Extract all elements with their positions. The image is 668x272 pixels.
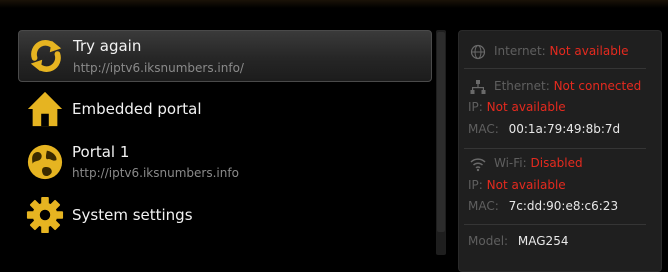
wifi-icon (470, 158, 486, 172)
ethernet-label: Ethernet: (494, 79, 550, 93)
ip-label: IP: (468, 178, 483, 192)
ip-value: Not available (486, 100, 566, 114)
wifi-value: Disabled (530, 156, 583, 170)
globe-icon (470, 44, 486, 60)
internet-value: Not available (549, 44, 629, 58)
menu-item-portal-1[interactable]: Portal 1 http://iptv6.iksnumbers.info (18, 140, 432, 186)
model-label: Model: (468, 234, 509, 248)
gear-icon (26, 196, 64, 234)
menu-item-embedded-portal[interactable]: Embedded portal (18, 88, 432, 132)
internet-label: Internet: (494, 44, 546, 58)
wifi-status: Wi-Fi: Disabled (494, 156, 583, 170)
ethernet-status: Ethernet: Not connected (494, 79, 641, 93)
menu-item-try-again[interactable]: Try again http://iptv6.iksnumbers.info/ (18, 30, 432, 82)
globe-icon (27, 144, 63, 180)
mac-label: MAC: (468, 199, 499, 213)
wifi-label: Wi-Fi: (494, 156, 527, 170)
refresh-icon (30, 40, 62, 72)
internet-status: Internet: Not available (494, 44, 629, 58)
menu-item-title: System settings (72, 206, 193, 224)
mac-value: 00:1a:79:49:8b:7d (508, 122, 621, 136)
ip-value: Not available (486, 178, 566, 192)
menu-item-url: http://iptv6.iksnumbers.info/ (73, 61, 244, 75)
divider (464, 224, 646, 225)
menu-item-title: Embedded portal (72, 100, 202, 118)
menu-item-title: Portal 1 (72, 143, 130, 161)
mac-value: 7c:dd:90:e8:c6:23 (508, 199, 619, 213)
ip-label: IP: (468, 100, 483, 114)
menu-item-url: http://iptv6.iksnumbers.info (72, 166, 239, 180)
divider (464, 148, 646, 149)
menu-item-title: Try again (73, 37, 142, 55)
wifi-ip: IP: Not available (468, 178, 566, 192)
ethernet-ip: IP: Not available (468, 100, 566, 114)
divider (464, 68, 646, 69)
scrollbar-thumb[interactable] (437, 32, 445, 232)
portal-menu: Try again http://iptv6.iksnumbers.info/ … (0, 0, 445, 255)
mac-label: MAC: (468, 122, 499, 136)
menu-item-system-settings[interactable]: System settings (18, 194, 432, 238)
ethernet-value: Not connected (553, 79, 642, 93)
device-model: Model: MAG254 (468, 234, 568, 248)
wifi-mac: MAC: 7c:dd:90:e8:c6:23 (468, 199, 618, 213)
ethernet-mac: MAC: 00:1a:79:49:8b:7d (468, 122, 620, 136)
model-value: MAG254 (517, 234, 569, 248)
network-icon (470, 80, 486, 94)
home-icon (27, 91, 63, 127)
